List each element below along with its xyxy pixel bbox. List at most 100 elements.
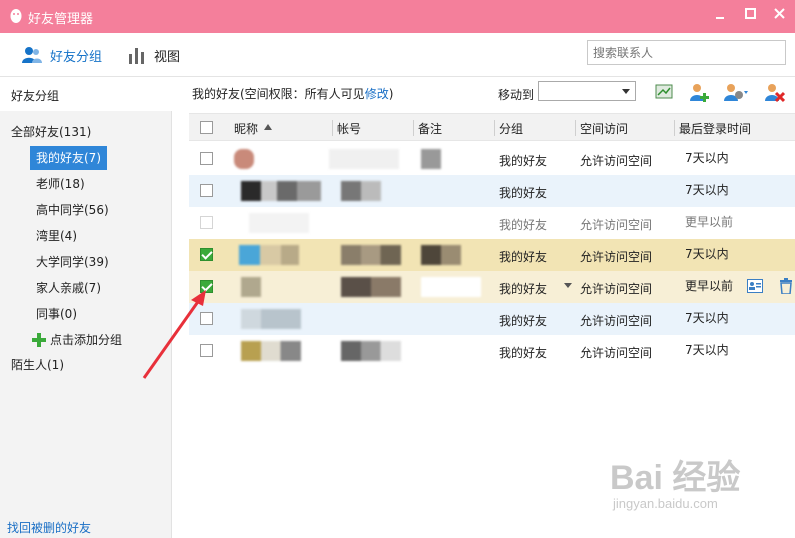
blurred-nickname [241, 277, 261, 297]
row-checkbox[interactable] [200, 248, 213, 261]
table-row[interactable]: 我的好友 允许访问空间 7天以内 [189, 239, 795, 271]
restore-deleted-friends-link[interactable]: 找回被删的好友 [7, 519, 91, 536]
row-checkbox[interactable] [200, 344, 213, 357]
view-tab[interactable]: 视图 [128, 44, 180, 66]
search-input[interactable] [587, 40, 786, 65]
sidebar-item-all[interactable]: 全部好友(131) [11, 120, 91, 144]
close-button[interactable] [768, 6, 790, 26]
blurred-nickname [239, 245, 299, 265]
plus-icon [32, 333, 46, 347]
row-last-login: 7天以内 [685, 311, 729, 325]
send-message-icon[interactable] [654, 81, 676, 103]
sidebar: 好友分组 全部好友(131) 我的好友(7) 老师(18) 高中同学(56) 湾… [0, 77, 172, 538]
row-checkbox[interactable] [200, 152, 213, 165]
row-group: 我的好友 [499, 186, 548, 200]
row-last-login: 7天以内 [685, 151, 729, 165]
table-row[interactable]: 我的好友 允许访问空间 更早以前 [189, 207, 795, 239]
row-space: 允许访问空间 [580, 218, 653, 232]
col-divider [332, 120, 333, 136]
sidebar-item-colleagues[interactable]: 同事(0) [36, 302, 77, 326]
toolbar: 好友分组 视图 [0, 33, 795, 77]
table-header: 昵称 帐号 备注 分组 空间访问 最后登录时间 [189, 113, 795, 141]
row-group: 我的好友 [499, 154, 548, 168]
row-checkbox[interactable] [200, 280, 213, 293]
row-checkbox[interactable] [200, 184, 213, 197]
table-row[interactable]: 我的好友 允许访问空间 7天以内 [189, 143, 795, 175]
sidebar-item-family[interactable]: 家人亲戚(7) [36, 276, 101, 300]
row-space: 允许访问空间 [580, 154, 653, 168]
row-group: 我的好友 [499, 250, 548, 264]
blurred-remark [421, 277, 481, 297]
col-last-login[interactable]: 最后登录时间 [679, 120, 751, 137]
blurred-account [341, 181, 381, 201]
delete-friend-icon[interactable] [763, 81, 785, 103]
sort-asc-icon [264, 124, 272, 130]
add-friend-icon[interactable] [688, 81, 710, 103]
row-last-login: 更早以前 [685, 279, 734, 293]
avatar [234, 149, 254, 169]
row-space: 允许访问空间 [580, 314, 653, 328]
move-to-label: 移动到 [498, 88, 535, 102]
col-nickname[interactable]: 昵称 [234, 120, 258, 137]
user-settings-icon[interactable] [722, 81, 752, 103]
blurred-remark [421, 245, 461, 265]
row-group: 我的好友 [499, 282, 548, 296]
blurred-account [329, 149, 399, 169]
sidebar-item-high-school[interactable]: 高中同学(56) [36, 198, 109, 222]
row-group: 我的好友 [499, 346, 548, 360]
blurred-account [341, 277, 401, 297]
chevron-down-icon [622, 89, 630, 94]
sidebar-item-my-friends[interactable]: 我的好友(7) [30, 146, 107, 170]
watermark-logo: Bai 经验 [610, 459, 741, 497]
row-last-login: 7天以内 [685, 343, 729, 357]
blurred-nickname [241, 181, 321, 201]
groups-tab[interactable]: 好友分组 [22, 44, 102, 66]
row-last-login: 更早以前 [685, 215, 734, 229]
row-last-login: 7天以内 [685, 247, 729, 261]
minimize-button[interactable] [709, 6, 731, 26]
table-row[interactable]: 我的好友 允许访问空间 7天以内 [189, 335, 795, 367]
edit-permission-link[interactable]: 修改 [365, 87, 389, 101]
blurred-nickname [241, 341, 301, 361]
table-row[interactable]: 我的好友 允许访问空间 更早以前 [189, 271, 795, 303]
title-bar: 好友管理器 [0, 0, 795, 33]
sidebar-item-wanli[interactable]: 湾里(4) [36, 224, 77, 248]
col-space-access[interactable]: 空间访问 [580, 120, 628, 137]
maximize-button[interactable] [739, 6, 761, 26]
col-group[interactable]: 分组 [499, 120, 523, 137]
trash-icon[interactable] [779, 278, 793, 294]
row-space: 允许访问空间 [580, 250, 653, 264]
row-group: 我的好友 [499, 314, 548, 328]
window-title: 好友管理器 [28, 12, 94, 27]
group-dropdown-icon[interactable] [564, 283, 572, 288]
col-divider [575, 120, 576, 136]
add-group-button[interactable]: 点击添加分组 [32, 328, 122, 352]
blurred-account [341, 341, 401, 361]
row-space: 允许访问空间 [580, 346, 653, 360]
contact-card-icon[interactable] [747, 279, 763, 293]
blurred-nickname [249, 213, 309, 233]
blurred-account [341, 245, 401, 265]
friends-icon [22, 47, 42, 63]
watermark-url: jingyan.baidu.com [613, 496, 718, 511]
col-account[interactable]: 帐号 [337, 120, 361, 137]
table-row[interactable]: 我的好友 允许访问空间 7天以内 [189, 303, 795, 335]
sidebar-item-teachers[interactable]: 老师(18) [36, 172, 85, 196]
view-tab-label: 视图 [154, 49, 181, 65]
group-info-prefix: 我的好友(空间权限：所有人可见 [192, 87, 365, 101]
col-divider [494, 120, 495, 136]
sidebar-header: 好友分组 [0, 77, 172, 111]
blurred-nickname [241, 309, 301, 329]
col-divider [674, 120, 675, 136]
move-to-select[interactable] [538, 81, 636, 101]
row-group: 我的好友 [499, 218, 548, 232]
row-checkbox[interactable] [200, 216, 213, 229]
sidebar-item-university[interactable]: 大学同学(39) [36, 250, 109, 274]
select-all-checkbox[interactable] [200, 121, 213, 134]
sidebar-item-strangers[interactable]: 陌生人(1) [11, 353, 64, 377]
col-remark[interactable]: 备注 [418, 120, 442, 137]
row-checkbox[interactable] [200, 312, 213, 325]
row-space: 允许访问空间 [580, 282, 653, 296]
close-icon [773, 8, 785, 19]
table-row[interactable]: 我的好友 7天以内 [189, 175, 795, 207]
